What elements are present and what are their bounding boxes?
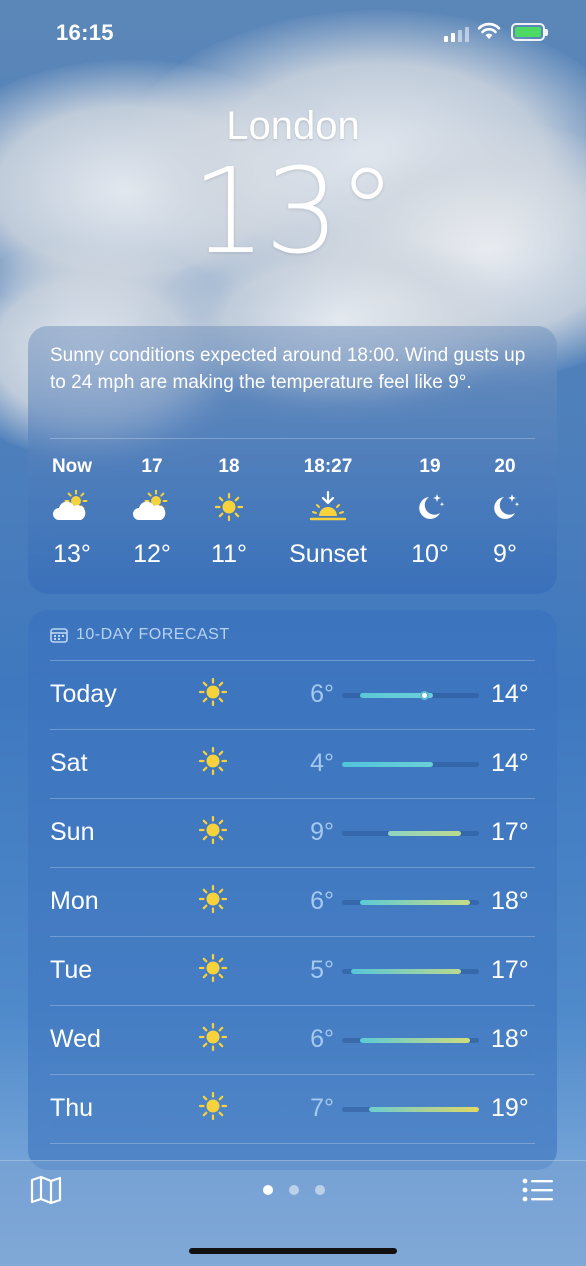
locations-list-button[interactable] xyxy=(522,1177,554,1208)
hour-label: 18 xyxy=(218,456,240,477)
partly-cloudy-day-icon xyxy=(112,484,192,530)
status-time: 16:15 xyxy=(56,20,114,45)
hourly-item: 18:27 Sunset xyxy=(288,456,368,569)
daily-row[interactable]: Tue 5° 17° xyxy=(28,936,557,1005)
hour-value: 11° xyxy=(211,540,247,568)
wifi-icon xyxy=(477,22,501,45)
hour-value: 13° xyxy=(53,540,91,568)
temp-range-bar xyxy=(342,1107,479,1112)
sun-icon xyxy=(198,884,228,919)
high-temp: 17° xyxy=(491,818,529,846)
hourly-item: 20 9° xyxy=(465,456,545,569)
hour-value: 10° xyxy=(411,540,449,568)
ten-day-heading: 10-DAY FORECAST xyxy=(76,626,230,643)
hour-label: 19 xyxy=(419,456,441,477)
hourly-item: 18 11° xyxy=(189,456,269,569)
bottom-toolbar xyxy=(0,1160,586,1266)
high-temp: 17° xyxy=(491,956,529,984)
low-temp: 5° xyxy=(310,956,334,984)
temp-range-fill xyxy=(360,1038,470,1043)
day-label: Wed xyxy=(50,1025,101,1053)
sun-icon xyxy=(189,484,269,530)
daily-row[interactable]: Today 6° 14° xyxy=(28,660,557,729)
temp-range-fill xyxy=(360,900,470,905)
hourly-item: 19 10° xyxy=(390,456,470,569)
calendar-icon xyxy=(50,628,68,643)
hour-value: Sunset xyxy=(289,540,367,568)
moon-stars-icon xyxy=(390,484,470,530)
ten-day-header: 10-DAY FORECAST xyxy=(50,626,230,644)
daily-row[interactable]: Thu 7° 19° xyxy=(28,1074,557,1143)
weather-summary: Sunny conditions expected around 18:00. … xyxy=(50,345,526,393)
temp-range-fill xyxy=(351,969,461,974)
hour-value: 12° xyxy=(133,540,171,568)
hour-label: 18:27 xyxy=(303,456,353,477)
home-indicator xyxy=(189,1248,397,1254)
low-temp: 6° xyxy=(310,680,334,708)
page-dot[interactable] xyxy=(263,1185,273,1195)
low-temp: 6° xyxy=(310,887,334,915)
page-dot[interactable] xyxy=(315,1185,325,1195)
list-icon xyxy=(522,1178,553,1202)
row-divider xyxy=(50,1143,535,1144)
sun-icon xyxy=(198,815,228,850)
low-temp: 9° xyxy=(310,818,334,846)
temp-range-bar xyxy=(342,900,479,905)
current-temperature: 13° xyxy=(191,142,396,280)
high-temp: 14° xyxy=(491,749,529,777)
high-temp: 14° xyxy=(491,680,529,708)
cellular-signal-icon xyxy=(444,24,469,42)
day-label: Sat xyxy=(50,749,88,777)
daily-row[interactable]: Sun 9° 17° xyxy=(28,798,557,867)
battery-charging-icon xyxy=(511,23,548,41)
temp-range-fill xyxy=(369,1107,479,1112)
day-label: Tue xyxy=(50,956,93,984)
sun-icon xyxy=(198,953,228,988)
hour-value: 9° xyxy=(493,540,517,568)
temp-range-fill xyxy=(387,831,461,836)
hour-label: Now xyxy=(51,456,93,477)
temp-range-bar xyxy=(342,691,479,700)
temp-range-bar xyxy=(342,762,479,767)
hourly-item: 17 12° xyxy=(112,456,192,569)
temp-range-bar xyxy=(342,831,479,836)
hourly-item: Now 13° xyxy=(32,456,112,569)
ten-day-forecast-card[interactable]: 10-DAY FORECAST Today 6° 14° Sat 4° 14° Sun 9° 1… xyxy=(28,610,557,1170)
day-label: Thu xyxy=(50,1094,94,1122)
day-label: Sun xyxy=(50,818,95,846)
low-temp: 7° xyxy=(310,1094,334,1122)
high-temp: 18° xyxy=(491,887,529,915)
daily-row[interactable]: Mon 6° 18° xyxy=(28,867,557,936)
hour-label: 20 xyxy=(494,456,516,477)
daily-row[interactable]: Sat 4° 14° xyxy=(28,729,557,798)
day-label: Mon xyxy=(50,887,99,915)
divider xyxy=(50,438,535,439)
current-temp-marker xyxy=(419,691,429,700)
sun-icon xyxy=(198,746,228,781)
page-dot[interactable] xyxy=(289,1185,299,1195)
status-bar: 16:15 xyxy=(0,0,586,66)
temp-range-fill xyxy=(342,762,434,767)
moon-stars-icon xyxy=(465,484,545,530)
high-temp: 19° xyxy=(491,1094,529,1122)
hour-label: 17 xyxy=(141,456,163,477)
daily-row[interactable]: Wed 6° 18° xyxy=(28,1005,557,1074)
page-indicator[interactable] xyxy=(263,1185,325,1195)
sun-icon xyxy=(198,1022,228,1057)
sunset-icon xyxy=(288,484,368,530)
partly-cloudy-day-icon xyxy=(32,484,112,530)
sun-icon xyxy=(198,677,228,712)
temp-range-bar xyxy=(342,969,479,974)
map-icon xyxy=(30,1175,62,1205)
high-temp: 18° xyxy=(491,1025,529,1053)
hourly-forecast-card[interactable]: Sunny conditions expected around 18:00. … xyxy=(28,326,557,594)
sun-icon xyxy=(198,1091,228,1126)
low-temp: 4° xyxy=(310,749,334,777)
day-label: Today xyxy=(50,680,117,708)
low-temp: 6° xyxy=(310,1025,334,1053)
temp-range-bar xyxy=(342,1038,479,1043)
map-button[interactable] xyxy=(30,1175,62,1210)
